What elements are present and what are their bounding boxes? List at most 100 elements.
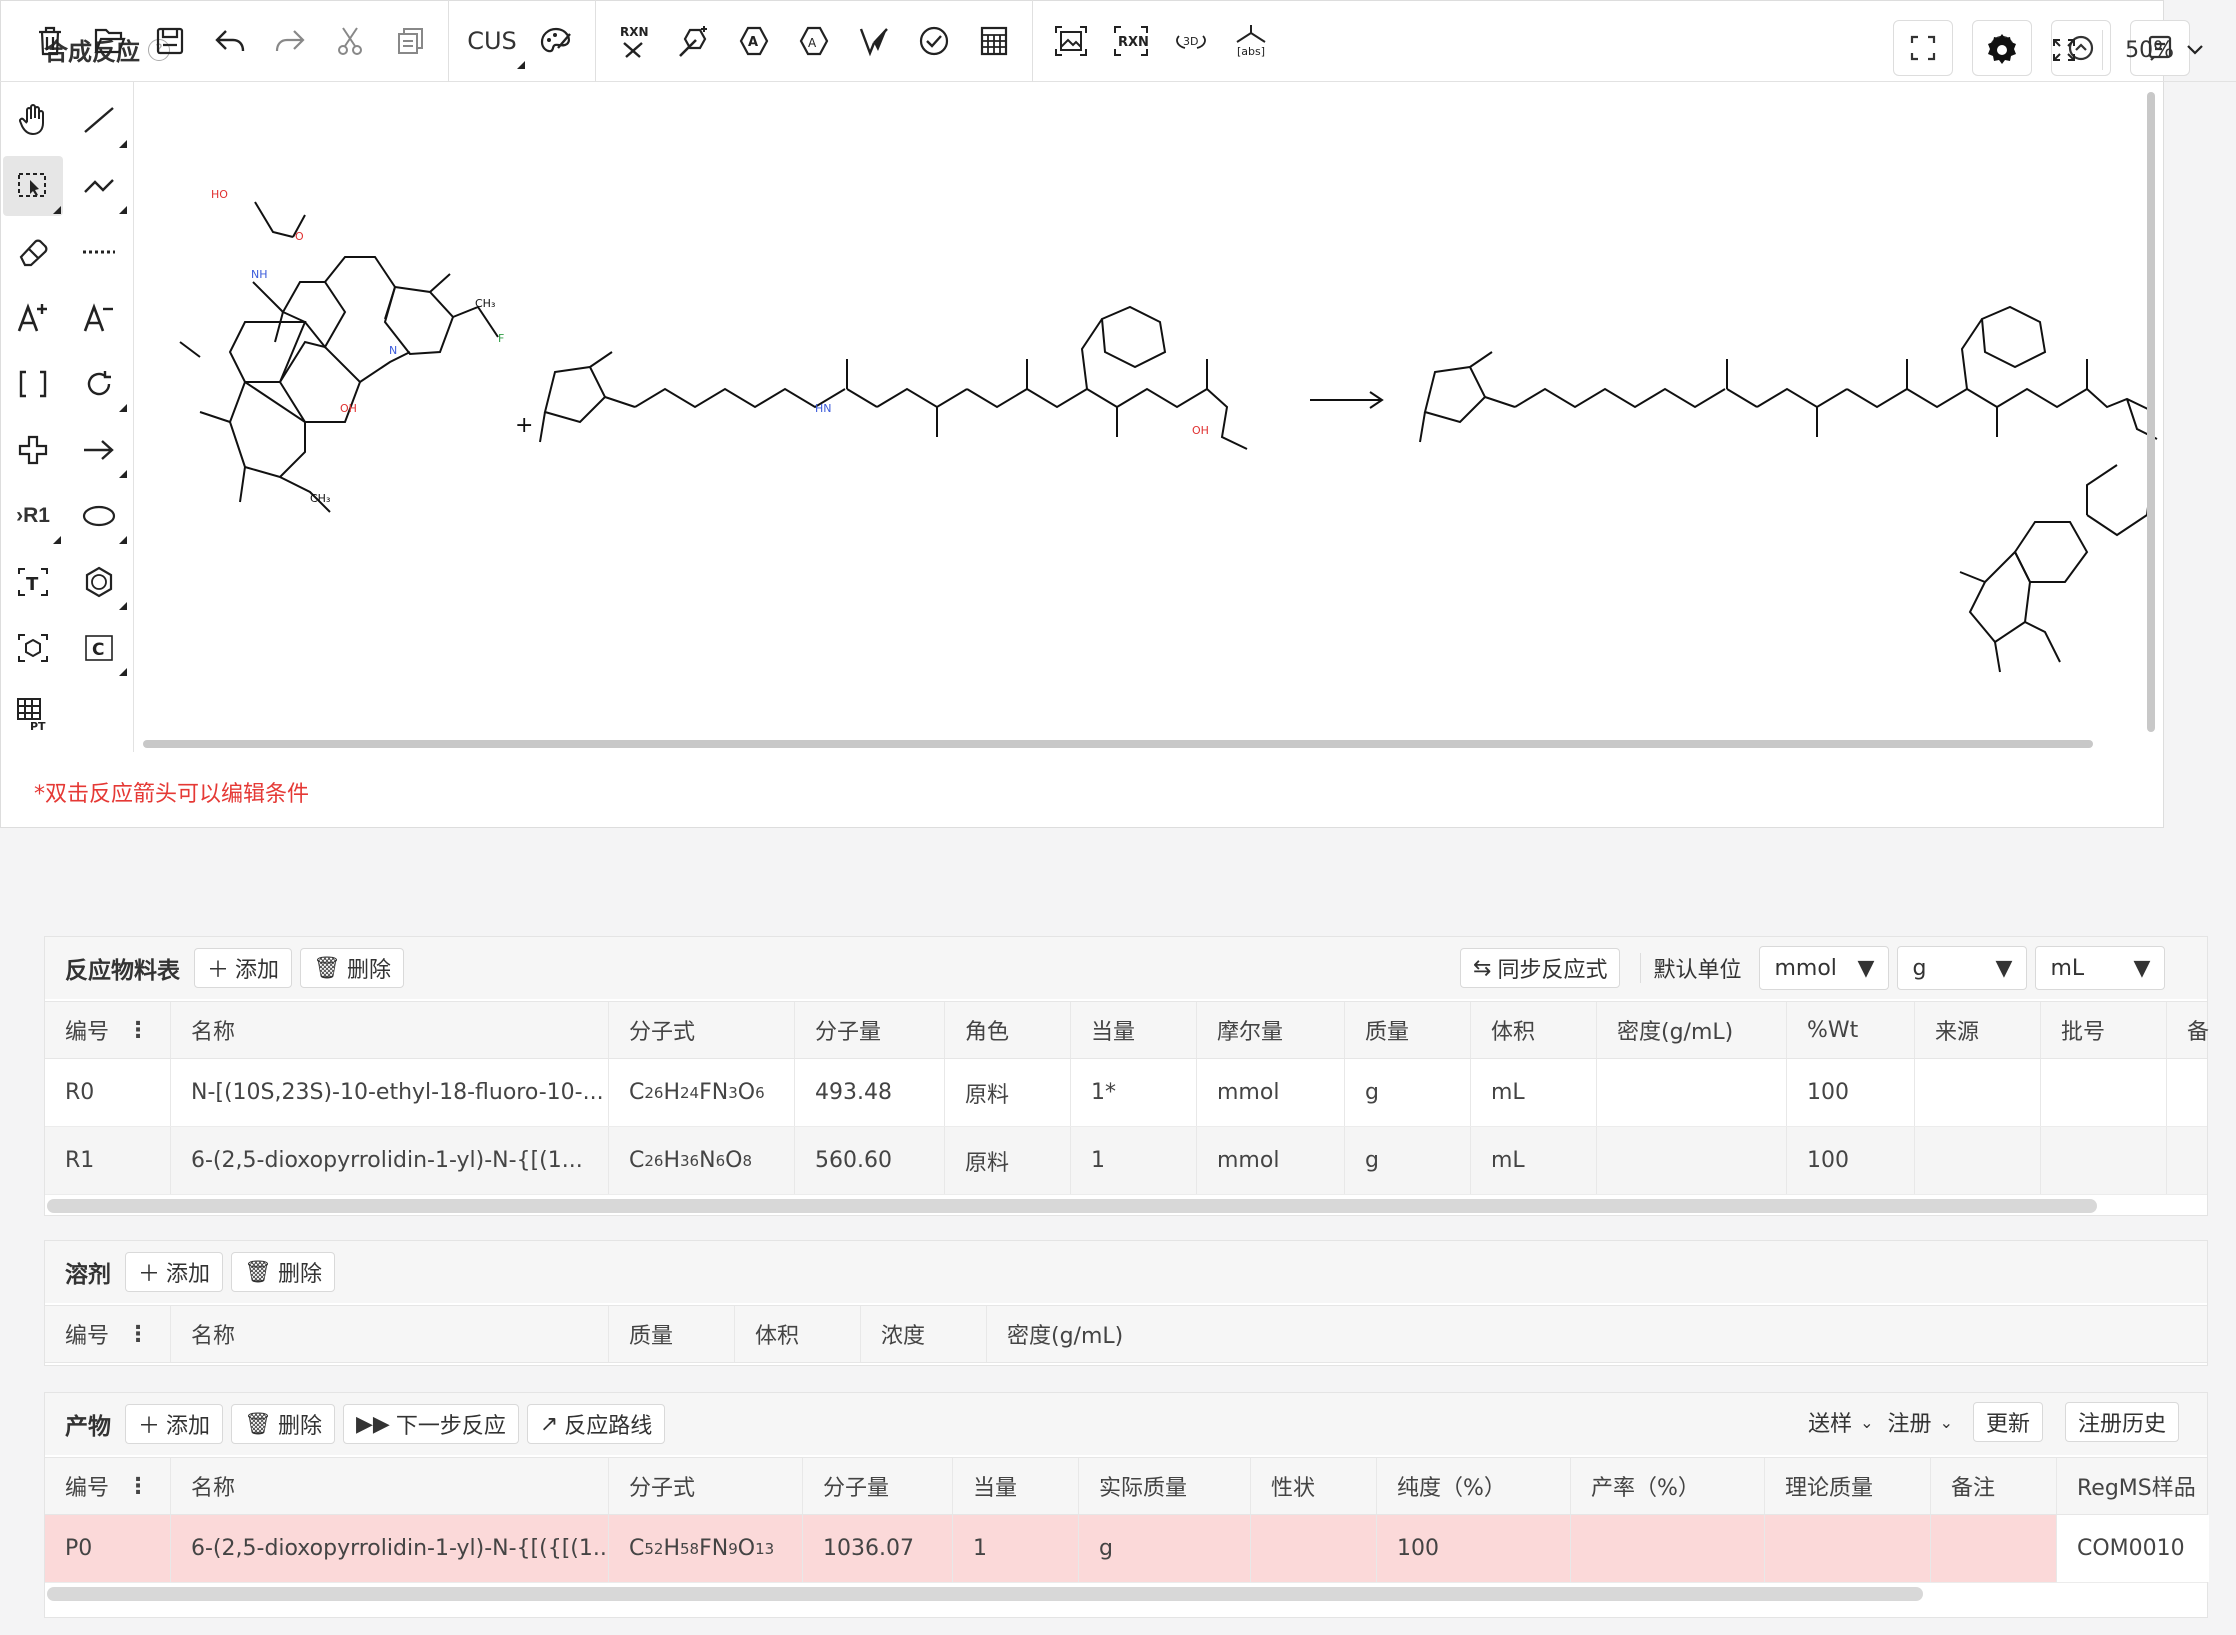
canvas-horizontal-scrollbar[interactable] — [143, 740, 2093, 748]
add-reactant-button[interactable]: ＋添加 — [194, 948, 293, 988]
product-table-scrollbar[interactable] — [47, 1587, 1923, 1601]
mol-unit-select[interactable]: mmol ▼ — [1759, 946, 1890, 990]
hand-icon — [19, 104, 44, 136]
regms-sample-link[interactable]: COM0010 — [2057, 1515, 2209, 1582]
save-icon — [156, 27, 184, 54]
svg-text:RXN: RXN — [1118, 35, 1149, 50]
periodic-table-tool[interactable]: PT — [3, 684, 63, 744]
reaction-scheme: HO NH O N F CH₃ CH₃ OH HN OH + — [143, 92, 2158, 748]
reactant-table-scrollbar[interactable] — [47, 1199, 2097, 1213]
cus-button[interactable]: CUS — [457, 11, 527, 71]
reaction-arrow[interactable] — [1310, 391, 1384, 409]
ring-tool[interactable] — [69, 552, 129, 612]
bracket-tool[interactable] — [3, 354, 63, 414]
product-table-header: 产物 ＋添加 🗑 删除 ▶▶ 下一步反应 ↗ 反应路线 送样 ⌄ 注册 ⌄ 更新 注册历史 — [45, 1393, 2207, 1455]
sync-reaction-button[interactable]: ⇆ 同步反应式 — [1460, 948, 1621, 988]
trend-icon: ↗ — [539, 1411, 559, 1437]
check-button[interactable] — [904, 11, 964, 71]
svg-text:A: A — [808, 36, 817, 50]
solvent-table-section: 溶剂 ＋添加 🗑 删除 编号 ⋮ 名称 质量 体积 浓度 密度(g/mL) — [44, 1240, 2208, 1366]
abs-button[interactable]: [abs] — [1221, 11, 1281, 71]
rxn-map-button[interactable]: RXN — [604, 11, 664, 71]
calculate-button[interactable] — [964, 11, 1024, 71]
product-table-head: 编号 ⋮ 名称 分子式 分子量 当量 实际质量 性状 纯度（%） 产率（%） 理论… — [45, 1457, 2207, 1515]
more-vertical-icon[interactable]: ⋮ — [127, 1322, 149, 1347]
bracket-icon — [19, 370, 47, 398]
chevron-down-icon: ⌄ — [1939, 1412, 1953, 1432]
chain-icon — [84, 179, 114, 193]
plus-tool[interactable] — [3, 420, 63, 480]
3d-button[interactable]: 3D — [1161, 11, 1221, 71]
open-button[interactable] — [80, 11, 140, 71]
reactant-table-head: 编号 ⋮ 名称 分子式 分子量 角色 当量 摩尔量 质量 体积 密度(g/mL) … — [45, 1001, 2209, 1059]
delete-product-button[interactable]: 🗑 删除 — [231, 1404, 335, 1444]
hand-tool[interactable] — [3, 90, 63, 150]
undo-icon — [215, 29, 245, 51]
folder-open-icon — [94, 28, 126, 53]
editor-fullscreen-button[interactable] — [2040, 20, 2088, 80]
settings-button[interactable] — [1978, 20, 2026, 80]
table-row[interactable]: R1 6-(2,5-dioxopyrrolidin-1-yl)-N-{[(1..… — [45, 1127, 2207, 1195]
plus-icon: ＋ — [138, 1414, 161, 1439]
dotted-bond-tool[interactable] — [69, 222, 129, 282]
drawing-canvas[interactable]: HO NH O N F CH₃ CH₃ OH HN OH + — [135, 82, 2162, 752]
reaction-editor: CUS RXN A A RXN 3D [abs] 50% ›R1 T C PT … — [0, 0, 2236, 828]
template-tool[interactable] — [3, 618, 63, 678]
canvas-vertical-scrollbar[interactable] — [2147, 92, 2155, 732]
register-history-button[interactable]: 注册历史 — [2064, 1402, 2179, 1442]
copy-button[interactable] — [380, 11, 440, 71]
clean-button[interactable] — [664, 11, 724, 71]
more-vertical-icon[interactable]: ⋮ — [127, 1474, 149, 1499]
arrow-tool[interactable] — [69, 420, 129, 480]
svg-text:T: T — [26, 574, 39, 595]
rotate-icon — [87, 371, 111, 396]
aromatize-button[interactable]: A — [724, 11, 784, 71]
update-button[interactable]: 更新 — [1972, 1402, 2043, 1442]
register-dropdown[interactable]: 注册 ⌄ — [1888, 1406, 1953, 1438]
send-sample-dropdown[interactable]: 送样 ⌄ — [1808, 1406, 1873, 1438]
table-row[interactable]: P0 6-(2,5-dioxopyrrolidin-1-yl)-N-{[({[(… — [45, 1515, 2209, 1583]
add-product-button[interactable]: ＋添加 — [125, 1404, 224, 1444]
rotate-tool[interactable] — [69, 354, 129, 414]
charge-minus-tool[interactable] — [69, 288, 129, 348]
cut-button[interactable] — [320, 11, 380, 71]
shape-tool[interactable] — [69, 486, 129, 546]
chevron-down-icon — [2187, 45, 2203, 55]
select-tool[interactable] — [3, 156, 63, 216]
chain-tool[interactable] — [69, 156, 129, 216]
trash-icon — [39, 26, 61, 55]
table-row[interactable]: R0 N-[(10S,23S)-10-ethyl-18-fluoro-10-..… — [45, 1059, 2207, 1127]
mass-unit-select[interactable]: g ▼ — [1897, 946, 2028, 990]
charge-plus-tool[interactable] — [3, 288, 63, 348]
svg-text:N: N — [389, 344, 397, 357]
eraser-tool[interactable] — [3, 222, 63, 282]
delete-reactant-button[interactable]: 🗑 删除 — [300, 948, 404, 988]
rxn-recognize-button[interactable]: RXN — [1101, 11, 1161, 71]
zoom-select[interactable]: 50% — [2117, 38, 2212, 63]
text-tool[interactable]: T — [3, 552, 63, 612]
volume-unit-select[interactable]: mL ▼ — [2035, 946, 2166, 990]
more-vertical-icon[interactable]: ⋮ — [127, 1018, 149, 1043]
dearomatize-button[interactable]: A — [784, 11, 844, 71]
delete-solvent-button[interactable]: 🗑 删除 — [231, 1252, 335, 1292]
fast-forward-icon: ▶▶ — [355, 1411, 390, 1437]
bond-tool[interactable] — [69, 90, 129, 150]
redo-button[interactable] — [260, 11, 320, 71]
add-solvent-button[interactable]: ＋添加 — [125, 1252, 224, 1292]
clear-button[interactable] — [20, 11, 80, 71]
style-button[interactable] — [527, 11, 587, 71]
charge-plus-icon — [17, 303, 47, 332]
image-button[interactable] — [1041, 11, 1101, 71]
atom-tool[interactable]: C — [69, 618, 129, 678]
caret-down-icon: ▼ — [2133, 955, 2151, 981]
eraser-icon — [19, 239, 48, 267]
sync-icon: ⇆ — [1473, 955, 1492, 981]
next-step-button[interactable]: ▶▶ 下一步反应 — [342, 1404, 519, 1444]
reaction-route-button[interactable]: ↗ 反应路线 — [526, 1404, 666, 1444]
solvent-table-header: 溶剂 ＋添加 🗑 删除 — [45, 1241, 2207, 1303]
undo-button[interactable] — [200, 11, 260, 71]
rgroup-tool[interactable]: ›R1 — [3, 486, 63, 546]
reactant-molecule-2 — [539, 305, 1248, 450]
stereo-button[interactable] — [844, 11, 904, 71]
save-button[interactable] — [140, 11, 200, 71]
